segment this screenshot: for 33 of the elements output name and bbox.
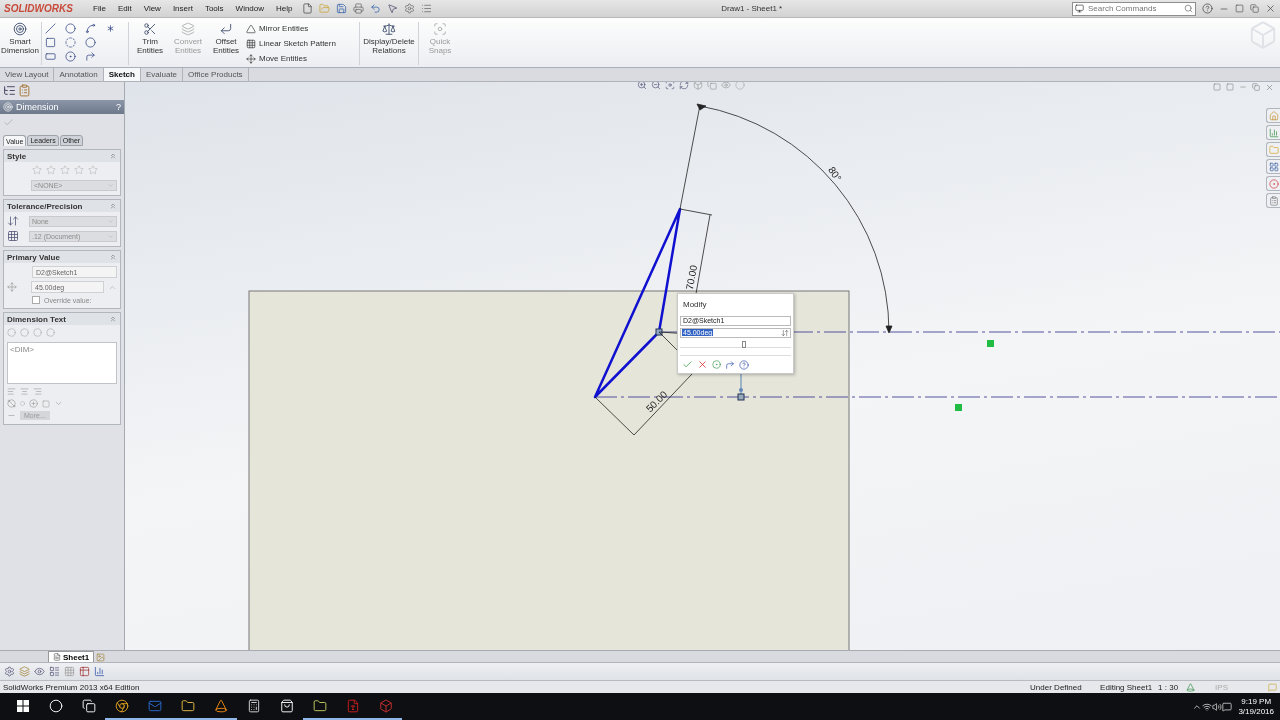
section-header[interactable]: Dimension Text	[4, 313, 120, 325]
panel-title: Dimension	[16, 102, 60, 112]
menu-item[interactable]: Tools	[201, 4, 227, 13]
menu-item[interactable]: Help	[273, 4, 296, 13]
section-header[interactable]: Style	[4, 150, 120, 162]
ribbon-button[interactable]: Smart Dimension	[2, 20, 38, 67]
menu-item[interactable]: File	[90, 4, 109, 13]
command-tab[interactable]: Sketch	[103, 68, 141, 81]
menu-item[interactable]: Insert	[169, 4, 196, 13]
clock-time[interactable]: 9:19 PM	[1241, 696, 1272, 707]
ribbon-list-button[interactable]: Linear Sketch Pattern	[246, 37, 356, 50]
ribbon-button[interactable]: Display/Delete Relations	[363, 20, 415, 67]
dimension-text[interactable]: 70.00	[683, 264, 700, 291]
ribbon-button[interactable]: Offset Entities	[208, 20, 244, 67]
app-logo: SOLIDWORKS	[4, 3, 74, 14]
menu-item[interactable]: View	[140, 4, 164, 13]
status-text: 1 : 30	[1158, 682, 1180, 692]
dimension-text-field[interactable]: <DIM>	[7, 342, 117, 384]
section-header[interactable]: Tolerance/Precision	[4, 200, 120, 212]
status-text: Under Defined	[1030, 682, 1083, 692]
status-text: Editing Sheet1	[1100, 682, 1154, 692]
dialog-title: Modify	[682, 299, 708, 311]
search-field[interactable]: Search Commands	[1072, 1, 1196, 16]
ribbon-list-button[interactable]: Mirror Entities	[246, 22, 356, 35]
status-text: SolidWorks Premium 2013 x64 Edition	[3, 682, 141, 692]
window-title: Draw1 - Sheet1 *	[720, 4, 784, 13]
menu-item[interactable]: Window	[232, 4, 268, 13]
clock-date[interactable]: 3/19/2016	[1238, 706, 1274, 717]
ribbon-list-button[interactable]: Move Entities	[246, 52, 356, 65]
dimension-text[interactable]: 80°	[826, 164, 844, 184]
section-header[interactable]: Primary Value	[4, 251, 120, 263]
menu-item[interactable]: Edit	[114, 4, 135, 13]
ribbon-button[interactable]: Trim Entities	[132, 20, 168, 67]
